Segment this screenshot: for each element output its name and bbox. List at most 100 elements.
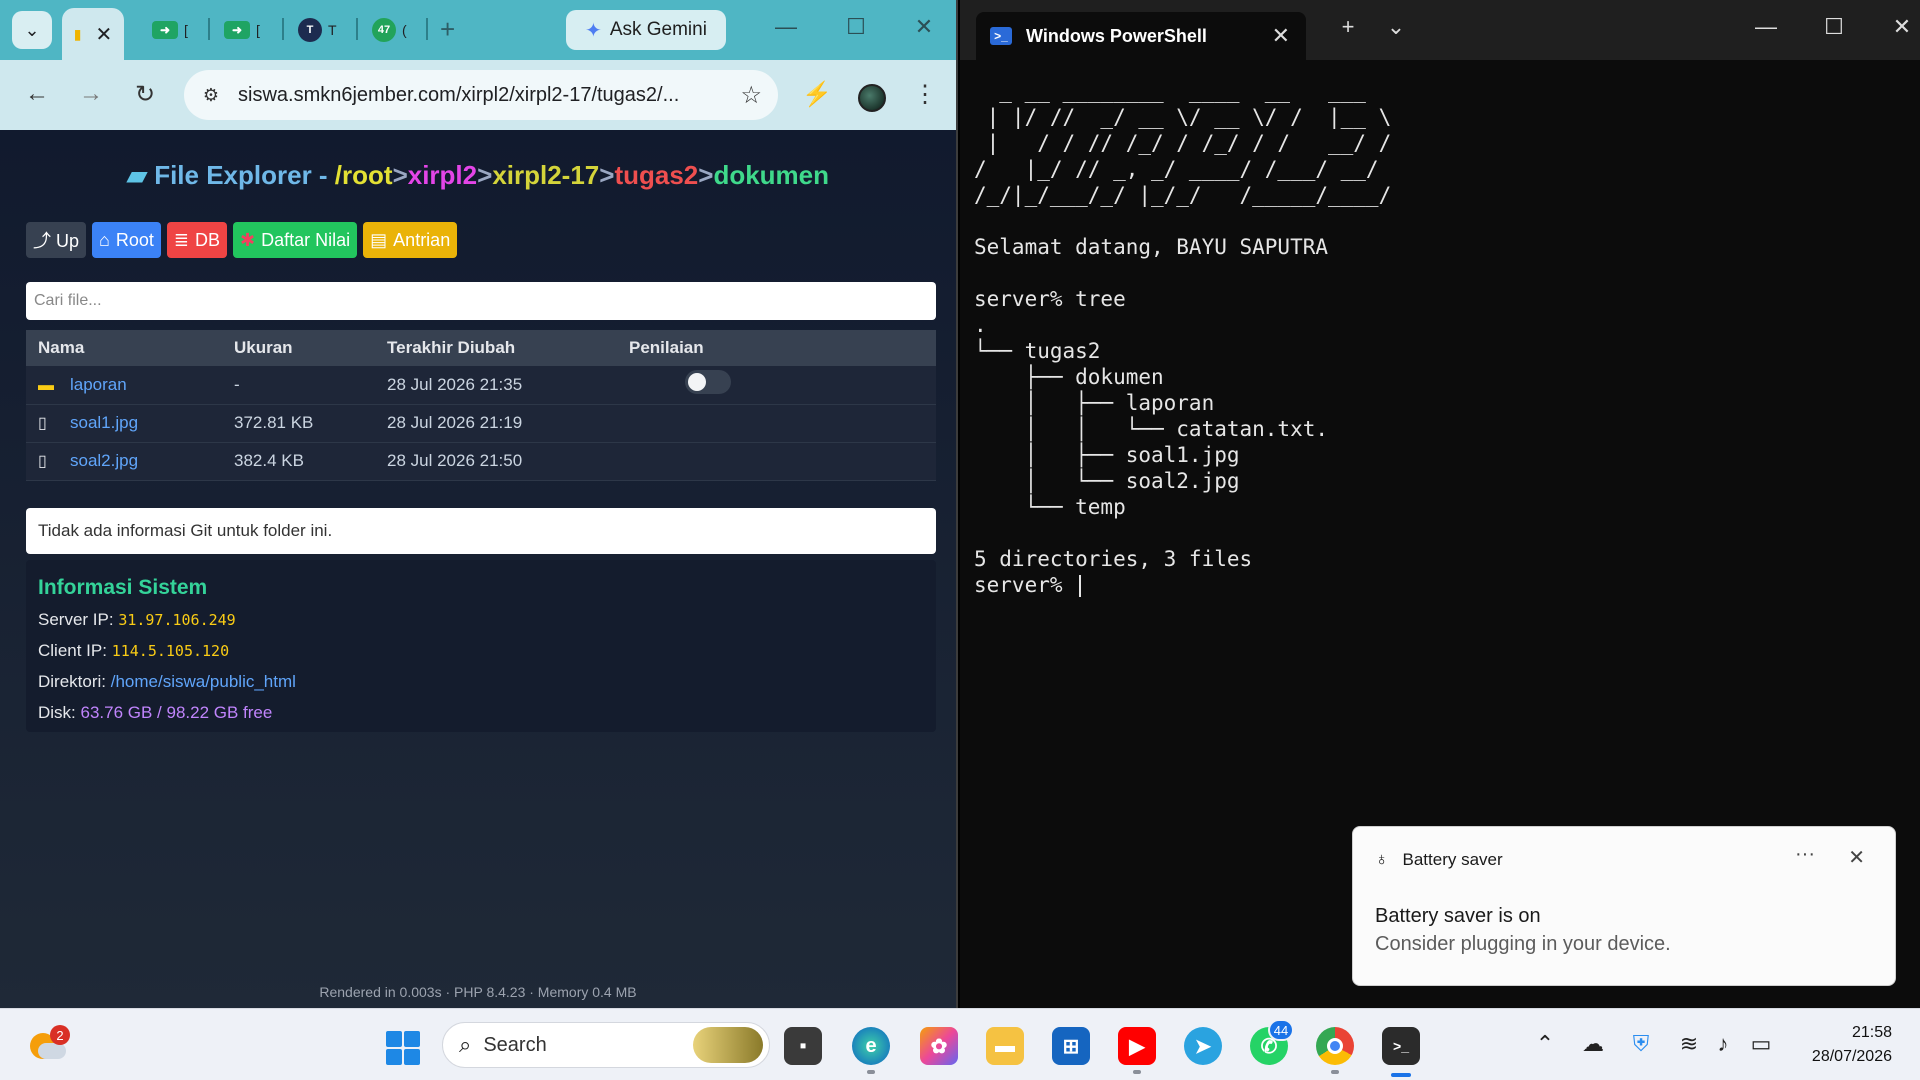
tab-2[interactable]: ➜ [ — [218, 14, 278, 46]
telegram-icon[interactable]: ➤ — [1184, 1027, 1222, 1065]
security-shield-icon[interactable]: ⛨ — [1626, 1031, 1656, 1057]
close-icon[interactable]: ✕ — [1272, 23, 1290, 49]
breadcrumb-xirpl2[interactable]: xirpl2 — [408, 160, 477, 190]
up-button[interactable]: ⤴ Up — [26, 222, 87, 258]
back-icon[interactable]: ← — [22, 80, 52, 108]
folder-icon: ▰ — [126, 160, 155, 190]
tab-4[interactable]: 47 ( — [366, 14, 426, 46]
new-tab-icon[interactable]: + — [440, 14, 455, 45]
breadcrumb-sep: > — [477, 160, 493, 190]
column-header-ukuran[interactable]: Ukuran — [222, 330, 375, 366]
breadcrumb-tugas2[interactable]: tugas2 — [614, 160, 698, 190]
microsoft-store-icon[interactable]: ⊞ — [1052, 1027, 1090, 1065]
tab-search-button[interactable]: ⌄ — [12, 11, 52, 49]
maximize-icon[interactable]: ☐ — [836, 14, 876, 40]
terminal-line: └── tugas2 — [974, 339, 1101, 363]
copilot-icon[interactable]: ✿ — [920, 1027, 958, 1065]
url-text[interactable]: siswa.smkn6jember.com/xirpl2/xirpl2-17/t… — [238, 84, 718, 107]
start-button[interactable] — [386, 1031, 420, 1065]
file-name-link[interactable]: laporan — [70, 375, 127, 394]
chrome-icon[interactable] — [1316, 1027, 1354, 1065]
penilaian-toggle[interactable] — [685, 370, 731, 395]
db-button[interactable]: ≣ DB — [166, 222, 228, 258]
address-bar[interactable]: ⚙ siswa.smkn6jember.com/xirpl2/xirpl2-17… — [184, 70, 778, 120]
terminal-line: │ ├── soal1.jpg — [974, 443, 1240, 467]
reload-icon[interactable]: ↻ — [130, 80, 160, 109]
bookmark-star-icon[interactable]: ☆ — [740, 81, 762, 110]
terminal-line: server% tree — [974, 287, 1126, 311]
minimize-icon[interactable]: — — [766, 14, 806, 40]
ask-gemini-button[interactable]: ✦ Ask Gemini — [566, 10, 726, 50]
profile-avatar[interactable] — [858, 84, 886, 112]
tab-separator — [356, 18, 358, 40]
file-name-link[interactable]: soal1.jpg — [70, 413, 138, 432]
antrian-button[interactable]: ▤ Antrian — [363, 222, 458, 258]
clock[interactable]: 21:58 28/07/2026 — [1812, 1021, 1892, 1069]
maximize-icon[interactable]: ☐ — [1814, 14, 1854, 40]
tab-2-label: [ — [256, 22, 260, 38]
table-row[interactable]: ▯ soal2.jpg 382.4 KB 28 Jul 2026 21:50 — [26, 442, 936, 481]
root-button[interactable]: ⌂ Root — [92, 222, 161, 258]
site-info-icon[interactable]: ⚙ — [196, 85, 226, 106]
menu-kebab-icon[interactable]: ⋮ — [910, 80, 940, 109]
table-row[interactable]: ▯ soal1.jpg 372.81 KB 28 Jul 2026 21:19 — [26, 404, 936, 443]
battery-saver-notification[interactable]: ♁ Battery saver ··· ✕ Battery saver is o… — [1352, 826, 1896, 986]
new-tab-icon[interactable]: + — [1328, 14, 1368, 40]
column-header-nama[interactable]: Nama — [26, 330, 222, 366]
toast-body: Consider plugging in your device. — [1375, 933, 1671, 955]
performance-icon[interactable]: ⚡ — [802, 80, 832, 109]
running-indicator — [1133, 1070, 1141, 1074]
client-ip-value: 114.5.105.120 — [111, 642, 230, 660]
terminal-line: └── temp — [974, 495, 1126, 519]
document-icon: ▤ — [370, 229, 388, 250]
directory-value: /home/siswa/public_html — [110, 672, 296, 691]
taskbar-search[interactable]: ⌕ Search — [442, 1022, 770, 1068]
tab-3-label: T — [328, 22, 337, 38]
wifi-icon[interactable]: ≋ — [1674, 1031, 1704, 1057]
file-search-input[interactable] — [26, 282, 936, 320]
breadcrumb-dokumen[interactable]: dokumen — [713, 160, 829, 190]
file-explorer-icon[interactable]: ▬ — [986, 1027, 1024, 1065]
antrian-label: Antrian — [393, 229, 451, 250]
server-ip-label: Server IP: — [38, 610, 119, 629]
close-icon[interactable]: ✕ — [95, 22, 112, 47]
table-row[interactable]: ▬ laporan - 28 Jul 2026 21:35 — [26, 366, 936, 405]
weather-widget[interactable]: 2 — [28, 1025, 70, 1065]
terminal-tab[interactable]: >_ Windows PowerShell ✕ — [976, 12, 1306, 60]
minimize-icon[interactable]: — — [1746, 14, 1786, 40]
tab-active[interactable]: ▮ ✕ — [62, 8, 124, 60]
breadcrumb-root[interactable]: /root — [335, 160, 393, 190]
edge-icon[interactable]: e — [852, 1027, 890, 1065]
terminal-output[interactable]: _ __ ________ ____ __ ___ | |/ // _/ __ … — [974, 78, 1904, 598]
tab-1[interactable]: ➜ [ — [146, 14, 206, 46]
close-icon[interactable]: ✕ — [1882, 14, 1920, 40]
tab-3[interactable]: T T — [292, 14, 352, 46]
chevron-up-icon[interactable]: ⌃ — [1530, 1031, 1560, 1057]
more-options-icon[interactable]: ··· — [1795, 843, 1815, 866]
terminal-tab-bar: >_ Windows PowerShell ✕ + ⌄ — ☐ ✕ — [960, 0, 1920, 60]
column-header-penilaian[interactable]: Penilaian — [617, 330, 936, 366]
task-view-icon[interactable]: ▪ — [784, 1027, 822, 1065]
terminal-icon[interactable]: >_ — [1382, 1027, 1420, 1065]
up-label: ⤴ Up — [33, 231, 80, 251]
volume-icon[interactable]: ♪ — [1708, 1031, 1738, 1057]
daftar-nilai-button[interactable]: ✱ Daftar Nilai — [233, 222, 358, 258]
tab-strip: ⌄ ▮ ✕ ➜ [ ➜ [ T T 47 ( + ✦ Ask Gemini — — [0, 0, 956, 60]
column-header-diubah[interactable]: Terakhir Diubah — [375, 330, 617, 366]
close-icon[interactable]: ✕ — [1848, 845, 1865, 870]
client-ip-row: Client IP: 114.5.105.120 — [38, 641, 924, 672]
youtube-icon[interactable]: ▶ — [1118, 1027, 1156, 1065]
chevron-down-icon[interactable]: ⌄ — [1376, 14, 1416, 40]
tab-separator — [426, 18, 428, 40]
terminal-line: 5 directories, 3 files — [974, 547, 1253, 571]
forward-icon[interactable]: → — [76, 80, 106, 108]
close-icon[interactable]: ✕ — [904, 14, 944, 40]
weather-cloud-icon — [38, 1043, 66, 1059]
cloud-off-icon[interactable]: ☁ — [1578, 1031, 1608, 1057]
file-name-link[interactable]: soal2.jpg — [70, 451, 138, 470]
taskbar: 2 ⌕ Search ▪ e ✿ ▬ ⊞ ▶ ➤ ✆ 44 >_ ⌃ ☁ ⛨ ≋… — [0, 1008, 1920, 1080]
directory-row: Direktori: /home/siswa/public_html — [38, 672, 924, 703]
battery-icon[interactable]: ▭ — [1746, 1031, 1776, 1057]
breadcrumb-xirpl2-17[interactable]: xirpl2-17 — [492, 160, 599, 190]
